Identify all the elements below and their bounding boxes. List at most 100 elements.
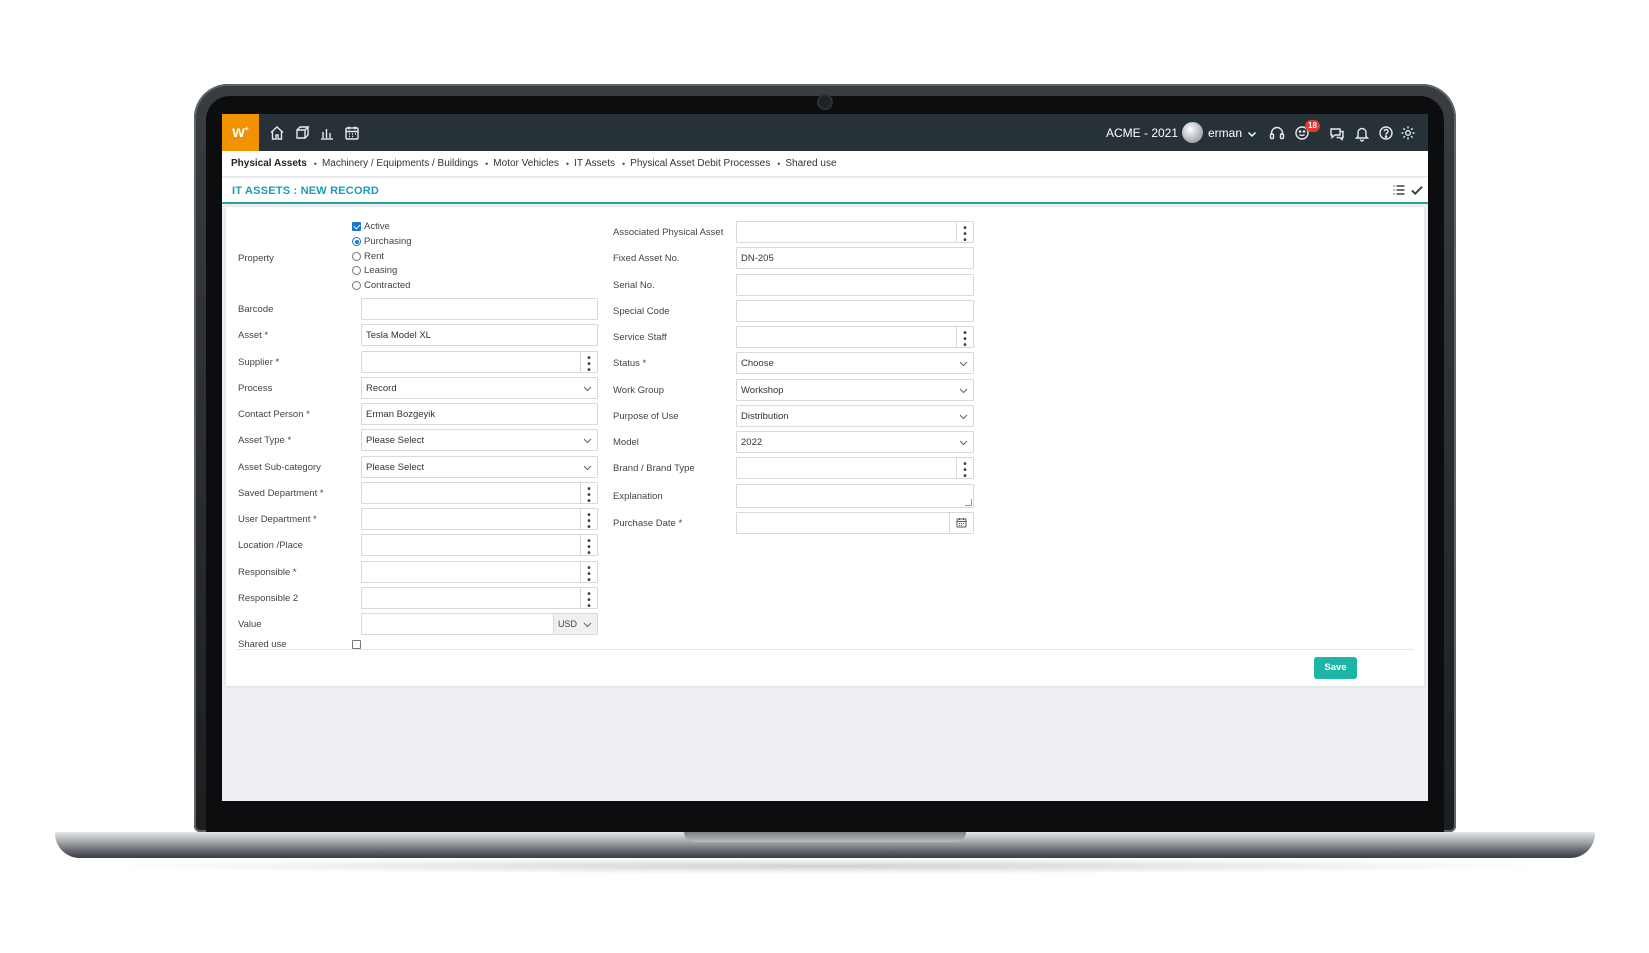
page-title: IT ASSETS : NEW RECORD (232, 185, 379, 197)
radio-contracted[interactable]: Contracted (352, 280, 410, 291)
brand-input[interactable]: • • • (736, 457, 974, 482)
chat-icon[interactable] (1328, 124, 1346, 142)
contact-person-value: Erman Bozgeyik (366, 409, 436, 420)
chevron-down-icon (582, 462, 593, 473)
more-vertical-icon[interactable]: • • • (580, 352, 597, 376)
bar-chart-icon[interactable] (318, 124, 336, 142)
more-vertical-icon[interactable]: • • • (580, 588, 597, 612)
crumb-motor-vehicles[interactable]: Motor Vehicles (493, 158, 559, 169)
save-button[interactable]: Save (1314, 657, 1357, 679)
more-vertical-icon[interactable]: • • • (580, 562, 597, 586)
headset-icon[interactable] (1268, 124, 1286, 142)
status-value: Choose (741, 358, 774, 369)
model-select[interactable]: 2022 (736, 431, 974, 453)
special-code-input[interactable] (736, 300, 974, 322)
list-icon[interactable] (1392, 183, 1406, 197)
bell-icon[interactable] (1353, 124, 1371, 142)
contact-person-label: Contact Person * (238, 409, 310, 420)
chevron-down-icon (958, 437, 969, 448)
explanation-textarea[interactable] (736, 484, 974, 508)
model-label: Model (613, 437, 639, 448)
chevron-down-icon (958, 411, 969, 422)
avatar[interactable] (1182, 122, 1203, 143)
process-select[interactable]: Record (361, 377, 598, 399)
more-vertical-icon[interactable]: • • • (956, 327, 973, 351)
asset-value: Tesla Model XL (366, 330, 431, 341)
radio-label: Contracted (364, 280, 411, 291)
crumb-debit-processes[interactable]: Physical Asset Debit Processes (630, 158, 770, 169)
active-checkbox[interactable]: Active (352, 221, 390, 232)
form-divider (236, 649, 1414, 650)
work-group-select[interactable]: Workshop (736, 379, 974, 401)
company-selector[interactable]: ACME - 2021 (1106, 126, 1178, 140)
service-staff-input[interactable]: • • • (736, 326, 974, 351)
asset-input[interactable]: Tesla Model XL (361, 324, 598, 346)
barcode-input[interactable] (361, 298, 598, 320)
serial-no-label: Serial No. (613, 280, 655, 291)
radio-circle[interactable] (352, 281, 361, 290)
check-icon[interactable] (1410, 183, 1424, 197)
purchase-date-input[interactable] (736, 512, 974, 534)
property-label: Property (238, 253, 274, 264)
more-vertical-icon[interactable]: • • • (956, 222, 973, 246)
crumb-shared-use[interactable]: Shared use (785, 158, 836, 169)
crumb-separator: • (485, 158, 489, 169)
responsible2-input[interactable]: • • • (361, 587, 598, 612)
checkbox-box[interactable] (352, 640, 361, 649)
chevron-down-icon[interactable] (1246, 127, 1258, 139)
help-icon[interactable] (1377, 124, 1395, 142)
work-group-label: Work Group (613, 385, 665, 396)
currency-value: USD (558, 619, 578, 629)
checkbox-box[interactable] (352, 222, 361, 231)
model-value: 2022 (741, 437, 763, 448)
asset-subcategory-value: Please Select (366, 462, 425, 473)
radio-label: Purchasing (364, 236, 412, 247)
more-vertical-icon[interactable]: • • • (580, 483, 597, 507)
radio-rent[interactable]: Rent (352, 251, 384, 262)
radio-circle[interactable] (352, 237, 361, 246)
supplier-input[interactable]: • • • (361, 351, 598, 376)
more-vertical-icon[interactable]: • • • (580, 535, 597, 559)
radio-leasing[interactable]: Leasing (352, 265, 397, 276)
cube-icon[interactable] (293, 124, 311, 142)
crumb-machinery[interactable]: Machinery / Equipments / Buildings (322, 158, 478, 169)
calendar-icon[interactable] (343, 124, 361, 142)
gear-icon[interactable] (1399, 124, 1417, 142)
status-label: Status * (613, 358, 647, 369)
user-department-input[interactable]: • • • (361, 508, 598, 533)
contact-person-input[interactable]: Erman Bozgeyik (361, 403, 598, 425)
radio-circle[interactable] (352, 266, 361, 275)
shared-use-checkbox[interactable] (352, 640, 364, 649)
purpose-value: Distribution (741, 411, 789, 422)
asset-subcategory-select[interactable]: Please Select (361, 456, 598, 478)
value-input[interactable]: USD (361, 613, 598, 635)
radio-circle[interactable] (352, 252, 361, 261)
crumb-physical-assets[interactable]: Physical Assets (231, 158, 307, 169)
more-vertical-icon[interactable]: • • • (956, 458, 973, 482)
record-form: Property Active Purchasing Rent Leasing … (226, 207, 1424, 686)
associated-asset-input[interactable]: • • • (736, 221, 974, 246)
notification-badge: 18 (1305, 120, 1320, 132)
radio-purchasing[interactable]: Purchasing (352, 236, 412, 247)
resize-grip-icon[interactable] (965, 499, 972, 506)
home-icon[interactable] (268, 124, 286, 142)
more-vertical-icon[interactable]: • • • (580, 509, 597, 533)
logo-mark: + (244, 126, 249, 133)
serial-no-input[interactable] (736, 274, 974, 296)
currency-select[interactable]: USD (553, 614, 597, 634)
app-logo[interactable]: w + (222, 114, 259, 151)
status-select[interactable]: Choose (736, 352, 974, 374)
location-input[interactable]: • • • (361, 534, 598, 559)
calendar-icon[interactable] (949, 513, 973, 533)
crumb-it-assets[interactable]: IT Assets (574, 158, 615, 169)
user-menu[interactable]: erman (1208, 126, 1242, 140)
purpose-select[interactable]: Distribution (736, 405, 974, 427)
asset-label: Asset * (238, 330, 269, 341)
title-bar: IT ASSETS : NEW RECORD (222, 178, 1428, 204)
saved-department-input[interactable]: • • • (361, 482, 598, 507)
asset-type-select[interactable]: Please Select (361, 429, 598, 451)
fixed-asset-no-input[interactable]: DN-205 (736, 247, 974, 269)
stage: w + ACME - 2021 erman 18 Physical Assets… (0, 0, 1649, 953)
responsible-input[interactable]: • • • (361, 561, 598, 586)
radio-label: Rent (364, 251, 385, 262)
